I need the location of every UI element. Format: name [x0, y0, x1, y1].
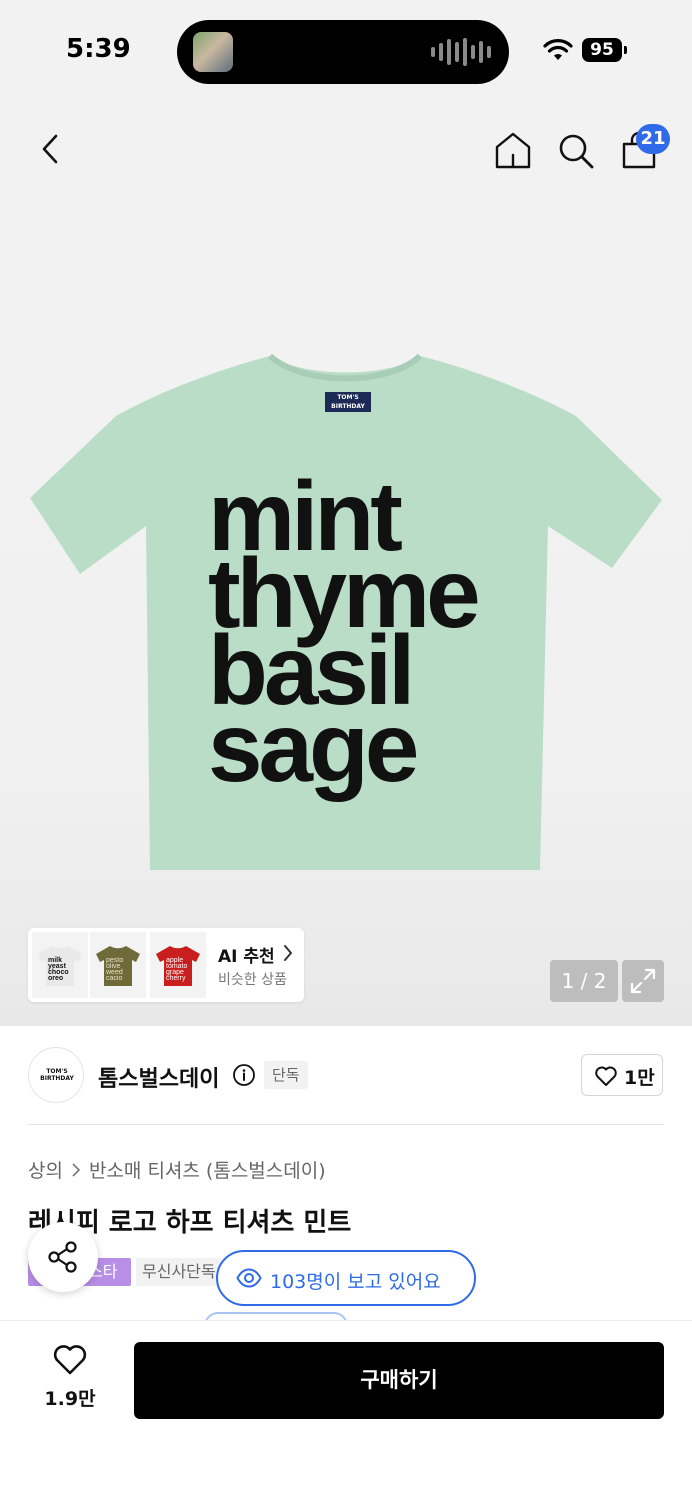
- brand-name[interactable]: 톰스벌스데이: [98, 1061, 219, 1093]
- thumb-word: oreo: [48, 975, 63, 982]
- ai-recommend-title: AI 추천: [218, 947, 275, 967]
- chevron-right-icon: [284, 945, 293, 961]
- brand-like-button[interactable]: 1만: [581, 1054, 663, 1096]
- divider: [28, 1124, 664, 1125]
- shirt-print-text: mint thyme basil sage: [208, 467, 481, 802]
- image-page-counter: 1 / 2: [550, 960, 618, 1002]
- brand-logo-text: TOM'S BIRTHDAY: [40, 1068, 74, 1082]
- ai-recommend-subtitle: 비슷한 상품: [218, 972, 287, 988]
- wishlist-count: 1.9만: [44, 1388, 96, 1410]
- audio-waveform-icon: [431, 38, 491, 66]
- cart-count-badge: 21: [636, 124, 670, 154]
- breadcrumb-item[interactable]: 반소매 티셔츠 (톰스벌스데이): [89, 1156, 326, 1183]
- info-icon[interactable]: [232, 1063, 256, 1087]
- brand-like-count: 1만: [624, 1067, 655, 1089]
- viewers-text: 103명이 보고 있어요: [270, 1271, 441, 1293]
- chevron-right-icon: [72, 1162, 81, 1177]
- home-icon[interactable]: [492, 130, 534, 172]
- thumb-word: cherry: [166, 975, 186, 982]
- eye-icon: [236, 1268, 262, 1288]
- recommend-thumb[interactable]: apple tomato grape cherry: [150, 932, 206, 998]
- dynamic-island[interactable]: [177, 20, 509, 84]
- shirt-label-tag: TOM'S BIRTHDAY: [325, 392, 371, 412]
- viewers-count-pill: 103명이 보고 있어요: [216, 1250, 476, 1306]
- thumb-word: cacio: [106, 975, 122, 982]
- search-icon[interactable]: [555, 130, 597, 172]
- status-bar: 5:39 95: [0, 0, 692, 100]
- share-icon: [48, 1241, 77, 1273]
- now-playing-artwork: [193, 32, 233, 72]
- recommend-thumb[interactable]: milk yeast choco oreo: [32, 932, 88, 998]
- back-icon[interactable]: [32, 130, 72, 170]
- breadcrumb: 상의 반소매 티셔츠 (톰스벌스데이): [28, 1156, 326, 1183]
- exclusive-badge: 단독: [264, 1061, 308, 1089]
- breadcrumb-item[interactable]: 상의: [28, 1156, 63, 1183]
- musinsa-exclusive-tag: 무신사단독: [136, 1258, 224, 1286]
- wishlist-button[interactable]: 1.9만: [40, 1344, 100, 1414]
- share-button[interactable]: [28, 1222, 98, 1292]
- buy-button[interactable]: 구매하기: [134, 1342, 664, 1419]
- recommend-thumb[interactable]: pesto olive weed cacio: [90, 932, 146, 998]
- status-time: 5:39: [66, 34, 131, 64]
- expand-icon: [630, 968, 656, 994]
- heart-icon: [595, 1066, 617, 1086]
- heart-icon: [53, 1345, 87, 1375]
- shirt-word: sage: [208, 692, 419, 802]
- wifi-icon: [543, 39, 573, 60]
- ai-recommend-card[interactable]: milk yeast choco oreo pesto olive weed c…: [28, 928, 304, 1002]
- brand-logo[interactable]: TOM'S BIRTHDAY: [28, 1047, 84, 1103]
- expand-image-button[interactable]: [622, 960, 664, 1002]
- battery-level: 95: [582, 38, 622, 62]
- battery-tip: [624, 46, 627, 54]
